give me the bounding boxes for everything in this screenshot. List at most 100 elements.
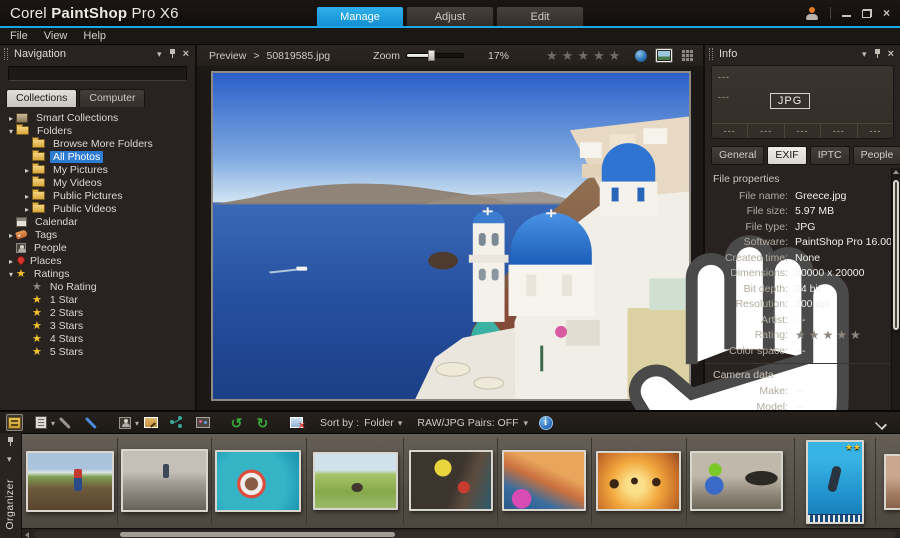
user-account-icon[interactable] (805, 7, 819, 20)
thumbnail-pool-life-ring[interactable] (215, 450, 301, 512)
menu-help[interactable]: Help (83, 30, 106, 42)
tab-computer[interactable]: Computer (79, 89, 145, 107)
meta-cell: --- (821, 124, 857, 138)
panel-menu-icon[interactable] (7, 449, 12, 467)
scroll-left-arrow-icon[interactable] (25, 532, 29, 538)
thumbnail-farm-boy[interactable] (26, 451, 114, 512)
tree-item-places[interactable]: Places (0, 254, 195, 267)
tree-item-2-stars[interactable]: 2 Stars (0, 306, 195, 319)
pin-icon[interactable] (874, 49, 881, 59)
share-button[interactable] (168, 414, 185, 431)
thumbnail-sunset-dancers[interactable] (596, 451, 681, 511)
rating-stars[interactable]: ★★★★★ (795, 328, 864, 342)
info-scrollbar[interactable] (891, 168, 900, 410)
tab-people[interactable]: People (853, 146, 900, 165)
meta-cell: --- (748, 124, 784, 138)
tree-item-public-pictures[interactable]: Public Pictures (0, 189, 195, 202)
zoom-slider[interactable] (406, 53, 464, 58)
close-panel-icon[interactable] (888, 48, 894, 60)
thumbnail-partial[interactable] (884, 454, 900, 510)
tab-manage[interactable]: Manage (316, 6, 404, 26)
zoom-slider-thumb[interactable] (428, 50, 435, 61)
expander-icon[interactable] (6, 255, 16, 267)
thumbnail-pool-couple[interactable] (409, 450, 493, 511)
minimize-button[interactable] (842, 9, 851, 18)
search-input[interactable] (8, 66, 187, 81)
preview-mode-icon[interactable] (656, 49, 672, 62)
tree-item-people[interactable]: People (0, 241, 195, 254)
menu-view[interactable]: View (44, 30, 68, 42)
tab-iptc[interactable]: IPTC (810, 146, 850, 165)
tab-general[interactable]: General (711, 146, 764, 165)
rating-stars[interactable]: ★★★★★ (546, 48, 624, 64)
file-type-value: JPG (795, 221, 815, 233)
expander-icon[interactable] (6, 125, 16, 137)
panel-grip[interactable] (4, 48, 8, 60)
find-people-button[interactable]: ▾ (116, 414, 133, 431)
thumbnail-pool-boy-video[interactable] (806, 440, 864, 524)
tab-adjust[interactable]: Adjust (406, 6, 494, 26)
info-button[interactable]: i (537, 414, 554, 431)
tree-item-5-stars[interactable]: 5 Stars (0, 345, 195, 358)
tab-collections[interactable]: Collections (6, 89, 77, 107)
delete-image-icon (290, 417, 303, 428)
expander-icon[interactable] (22, 190, 32, 202)
collapse-organizer-chevron-icon[interactable] (875, 417, 886, 428)
expander-icon[interactable] (6, 112, 16, 124)
organizer-dock: Organizer (0, 433, 900, 538)
tree-item-tags[interactable]: Tags (0, 228, 195, 241)
capture-editing-button[interactable] (58, 414, 75, 431)
thumbnail-horse-meadow[interactable] (313, 452, 398, 510)
tree-item-ratings[interactable]: Ratings (0, 267, 195, 280)
rotate-left-button[interactable] (228, 414, 245, 431)
panel-menu-icon[interactable] (862, 48, 867, 60)
tree-item-browse-more-folders[interactable]: Browse More Folders (0, 137, 195, 150)
scrollbar-thumb[interactable] (120, 532, 395, 537)
pin-icon[interactable] (7, 437, 14, 447)
tree-item-1-star[interactable]: 1 Star (0, 293, 195, 306)
preview-photo[interactable] (211, 71, 691, 401)
close-button[interactable] (883, 9, 890, 18)
info-panel: Info --- --- JPG --- --- --- --- --- (703, 45, 900, 410)
sort-by-dropdown[interactable]: Folder (364, 417, 402, 429)
thumbnail-hiker-rocks[interactable] (121, 449, 208, 512)
organizer-panel-toggle-button[interactable] (6, 414, 23, 431)
tab-exif[interactable]: EXIF (767, 146, 806, 165)
apply-editing-button[interactable] (84, 414, 101, 431)
close-panel-icon[interactable] (183, 48, 189, 60)
menu-file[interactable]: File (10, 30, 28, 42)
tree-item-3-stars[interactable]: 3 Stars (0, 319, 195, 332)
tree-item-my-pictures[interactable]: My Pictures (0, 163, 195, 176)
assign-photo-button[interactable] (142, 414, 159, 431)
expander-icon[interactable] (22, 203, 32, 215)
thumbnail-scrollbar[interactable] (0, 528, 900, 538)
restore-button[interactable] (862, 9, 872, 18)
thumbnail-options-button[interactable]: ▾ (32, 414, 49, 431)
scrollbar-thumb[interactable] (893, 180, 899, 330)
info-tabs: General EXIF IPTC People Places (705, 139, 900, 168)
panel-grip[interactable] (709, 48, 713, 60)
tree-item-folders[interactable]: Folders (0, 124, 195, 137)
thumbnail-bike-child[interactable] (690, 451, 783, 511)
expander-icon[interactable] (6, 229, 16, 241)
rotate-right-button[interactable] (254, 414, 271, 431)
tab-edit[interactable]: Edit (496, 6, 584, 26)
delete-button[interactable] (288, 414, 305, 431)
tree-item-all-photos[interactable]: All Photos (0, 150, 195, 163)
expander-icon[interactable] (22, 164, 32, 176)
tree-item-calendar[interactable]: Calendar (0, 215, 195, 228)
tree-item-my-videos[interactable]: My Videos (0, 176, 195, 189)
pin-icon[interactable] (169, 49, 176, 59)
raw-jpg-pairs-dropdown[interactable]: RAW/JPG Pairs: OFF (417, 417, 528, 429)
tree-item-4-stars[interactable]: 4 Stars (0, 332, 195, 345)
thumbnail-coastal-village[interactable] (502, 450, 586, 511)
rotate-left-icon (231, 416, 243, 430)
panel-menu-icon[interactable] (157, 48, 162, 60)
tree-item-public-videos[interactable]: Public Videos (0, 202, 195, 215)
slideshow-button[interactable] (194, 414, 211, 431)
expander-icon[interactable] (6, 268, 16, 280)
thumbnail-grid-view-icon[interactable] (681, 50, 693, 62)
map-globe-icon[interactable] (635, 50, 647, 62)
tree-item-no-rating[interactable]: No Rating (0, 280, 195, 293)
tree-item-smart-collections[interactable]: Smart Collections (0, 111, 195, 124)
